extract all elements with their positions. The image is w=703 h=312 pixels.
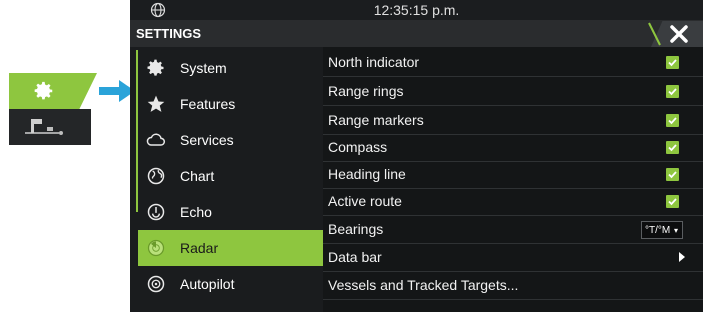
setting-row-north-indicator[interactable]: North indicator [323,48,703,77]
bearings-value: °T/°M [645,225,671,236]
checkmark-icon [668,59,677,67]
settings-titlebar: SETTINGS [130,21,703,47]
setting-row-compass[interactable]: Compass [323,133,703,162]
sidebar-item-echo[interactable]: Echo [138,194,323,230]
clock-text: 12:35:15 p.m. [373,2,460,18]
north-indicator-checkbox[interactable] [666,56,679,69]
setting-label: Active route [328,193,402,209]
range-rings-checkbox[interactable] [666,85,679,98]
titlebar-accent [648,22,661,46]
gear-icon [147,59,164,76]
chevron-down-icon: ▾ [673,226,678,235]
sidebar-item-label: Autopilot [180,276,235,292]
radar-settings-list: North indicator Range rings Range marker… [323,47,703,312]
status-bar: 12:35:15 p.m. [130,0,703,21]
checkmark-icon [668,144,677,152]
setting-row-heading-line[interactable]: Heading line [323,160,703,189]
sidebar-item-label: Echo [180,204,212,220]
setting-label: Range markers [328,112,424,128]
setting-label: Heading line [328,166,406,182]
settings-title: SETTINGS [136,26,202,41]
radar-icon [147,239,165,257]
echo-icon [147,203,165,221]
setting-row-bearings[interactable]: Bearings °T/°M ▾ [323,215,703,244]
active-route-checkbox[interactable] [666,195,679,208]
setting-row-data-bar[interactable]: Data bar [323,243,703,272]
checkmark-icon [668,117,677,125]
setting-label: Data bar [328,249,382,265]
sidebar-item-radar[interactable]: Radar [138,230,323,266]
setting-label: North indicator [328,54,420,70]
sidebar-item-label: Radar [180,240,219,256]
tools-tile [9,109,91,145]
star-icon [147,95,165,112]
sidebar-item-services[interactable]: Services [138,122,323,158]
setting-row-range-rings[interactable]: Range rings [323,77,703,106]
sidebar-item-label: System [180,60,227,76]
compass-checkbox[interactable] [666,141,679,154]
setting-label: Vessels and Tracked Targets... [328,277,519,293]
checkmark-icon [668,198,677,206]
globe-icon [147,167,165,185]
close-icon[interactable] [668,23,690,45]
setting-label: Bearings [328,221,384,237]
chevron-right-icon [679,252,685,262]
sidebar-item-chart[interactable]: Chart [138,158,323,194]
setting-row-active-route[interactable]: Active route [323,187,703,216]
sidebar-item-label: Features [180,96,236,112]
setting-label: Range rings [328,83,404,99]
setting-row-vessels-and-tracked-targets[interactable]: Vessels and Tracked Targets... [323,271,703,300]
setting-label: Compass [328,139,388,155]
autopilot-icon [147,275,165,293]
sidebar-item-label: Chart [180,168,215,184]
device-screen: 12:35:15 p.m. SETTINGS System Features S… [130,0,703,312]
tools-icon [25,119,63,135]
gear-icon [34,81,53,100]
sidebar-item-label: Services [180,132,234,148]
checkmark-icon [668,171,677,179]
sidebar-item-autopilot[interactable]: Autopilot [138,266,323,302]
range-markers-checkbox[interactable] [666,114,679,127]
settings-sidebar: System Features Services Chart Echo Rada… [130,47,323,312]
cloud-icon [146,133,165,146]
setting-row-range-markers[interactable]: Range markers [323,106,703,135]
bearings-dropdown[interactable]: °T/°M ▾ [641,221,683,239]
heading-line-checkbox[interactable] [666,168,679,181]
sidebar-item-features[interactable]: Features [138,86,323,122]
sidebar-item-system[interactable]: System [138,50,323,86]
checkmark-icon [668,88,677,96]
